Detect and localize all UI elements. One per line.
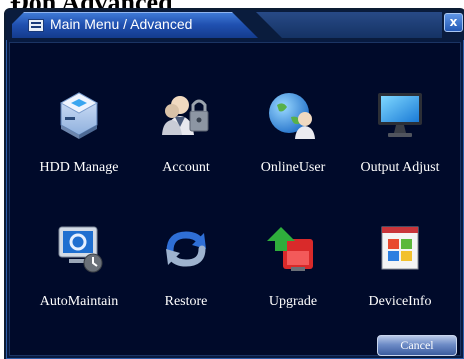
upgrade-arrow-icon <box>265 221 321 277</box>
menu-item-label: DeviceInfo <box>368 294 432 309</box>
menu-window-icon <box>28 19 44 32</box>
menu-item-online-user[interactable]: OnlineUser <box>238 87 348 177</box>
menu-item-account[interactable]: Account <box>131 87 241 177</box>
device-info-window-icon <box>372 221 428 277</box>
monitor-icon <box>372 87 428 143</box>
menu-item-label: Account <box>162 160 210 175</box>
menu-item-output-adjust[interactable]: Output Adjust <box>345 87 455 177</box>
menu-item-label: OnlineUser <box>260 160 326 175</box>
window-title: Main Menu / Advanced <box>50 16 193 32</box>
restore-arrows-icon <box>158 221 214 277</box>
menu-item-label: HDD Manage <box>39 160 119 175</box>
menu-item-hdd-manage[interactable]: HDD Manage <box>24 87 134 177</box>
advanced-menu-window: Main Menu / Advanced x HDD Manage Accoun… <box>4 8 464 359</box>
menu-item-label: Restore <box>164 294 208 309</box>
maintain-monitor-icon <box>51 221 107 277</box>
menu-item-device-info[interactable]: DeviceInfo <box>345 221 455 311</box>
globe-users-icon <box>265 87 321 143</box>
menu-item-label: AutoMaintain <box>39 294 119 309</box>
title-bar-decoration <box>256 12 442 38</box>
menu-item-restore[interactable]: Restore <box>131 221 241 311</box>
menu-item-auto-maintain[interactable]: AutoMaintain <box>24 221 134 311</box>
menu-item-label: Output Adjust <box>360 160 440 175</box>
users-lock-icon <box>158 87 214 143</box>
close-button[interactable]: x <box>444 13 463 32</box>
menu-grid: HDD Manage Account OnlineUser Output Adj… <box>9 42 461 356</box>
page: Ɖon Advanced Main Menu / Advanced x <box>0 0 464 359</box>
hard-drive-icon <box>51 87 107 143</box>
title-bar: Main Menu / Advanced x <box>6 10 464 40</box>
menu-item-label: Upgrade <box>268 294 318 309</box>
menu-item-upgrade[interactable]: Upgrade <box>238 221 348 311</box>
cancel-button[interactable]: Cancel <box>377 335 457 356</box>
